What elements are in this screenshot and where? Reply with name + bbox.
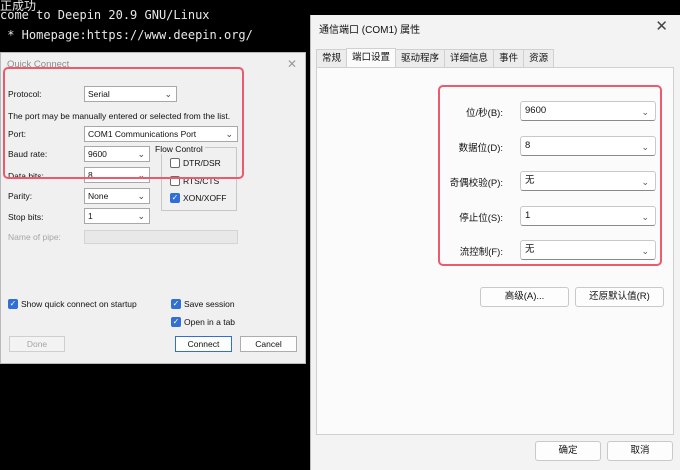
terminal-line: * Homepage:https://www.deepin.org/ <box>0 28 253 42</box>
chevron-down-icon: ⌄ <box>137 191 145 201</box>
checkmark-icon: ✓ <box>171 299 181 309</box>
done-button[interactable]: Done <box>9 336 65 352</box>
stop-bits-select[interactable]: 1 ⌄ <box>84 208 150 224</box>
pipe-label: Name of pipe: <box>8 232 61 242</box>
parity-value: None <box>88 191 109 201</box>
close-icon[interactable]: ✕ <box>287 57 297 71</box>
save-session-label: Save session <box>184 299 235 309</box>
checkmark-icon: ✓ <box>171 317 181 327</box>
open-in-tab-label: Open in a tab <box>184 317 236 327</box>
save-session-checkbox[interactable]: ✓ Save session <box>171 299 235 309</box>
tab-general[interactable]: 常规 <box>316 49 348 67</box>
tab-resources[interactable]: 资源 <box>523 49 555 67</box>
highlight-frame <box>438 85 662 266</box>
parity-label: Parity: <box>8 191 33 201</box>
pipe-input[interactable] <box>84 230 238 244</box>
close-icon[interactable]: ✕ <box>655 17 668 35</box>
dialog-footer: 确定 取消 <box>311 435 680 470</box>
parity-select[interactable]: None ⌄ <box>84 188 150 204</box>
chevron-down-icon: ⌄ <box>137 211 145 221</box>
dialog-title: 通信端口 (COM1) 属性 <box>319 25 421 36</box>
advanced-button[interactable]: 高级(A)... <box>480 287 569 307</box>
checkmark-icon: ✓ <box>8 299 18 309</box>
tab-driver[interactable]: 驱动程序 <box>395 49 446 67</box>
stop-bits-value: 1 <box>88 211 93 221</box>
show-startup-label: Show quick connect on startup <box>21 299 137 309</box>
connect-button[interactable]: Connect <box>175 336 232 352</box>
xon-xoff-checkbox[interactable]: ✓ XON/XOFF <box>170 193 226 203</box>
cancel-button[interactable]: Cancel <box>240 336 297 352</box>
xon-xoff-label: XON/XOFF <box>183 193 227 203</box>
highlight-frame <box>3 67 244 179</box>
tab-details[interactable]: 详细信息 <box>444 49 495 67</box>
tab-bar: 常规 端口设置 驱动程序 详细信息 事件 资源 <box>316 48 555 67</box>
terminal-line: come to Deepin 20.9 GNU/Linux <box>0 8 210 22</box>
cancel-button[interactable]: 取消 <box>607 441 673 461</box>
restore-defaults-button[interactable]: 还原默认值(R) <box>575 287 664 307</box>
tab-events[interactable]: 事件 <box>493 49 525 67</box>
checkmark-icon: ✓ <box>170 193 180 203</box>
tab-port-settings[interactable]: 端口设置 <box>346 48 397 67</box>
stop-bits-label: Stop bits: <box>8 212 44 222</box>
show-startup-checkbox[interactable]: ✓ Show quick connect on startup <box>8 299 137 309</box>
open-in-tab-checkbox[interactable]: ✓ Open in a tab <box>171 317 235 327</box>
ok-button[interactable]: 确定 <box>535 441 601 461</box>
